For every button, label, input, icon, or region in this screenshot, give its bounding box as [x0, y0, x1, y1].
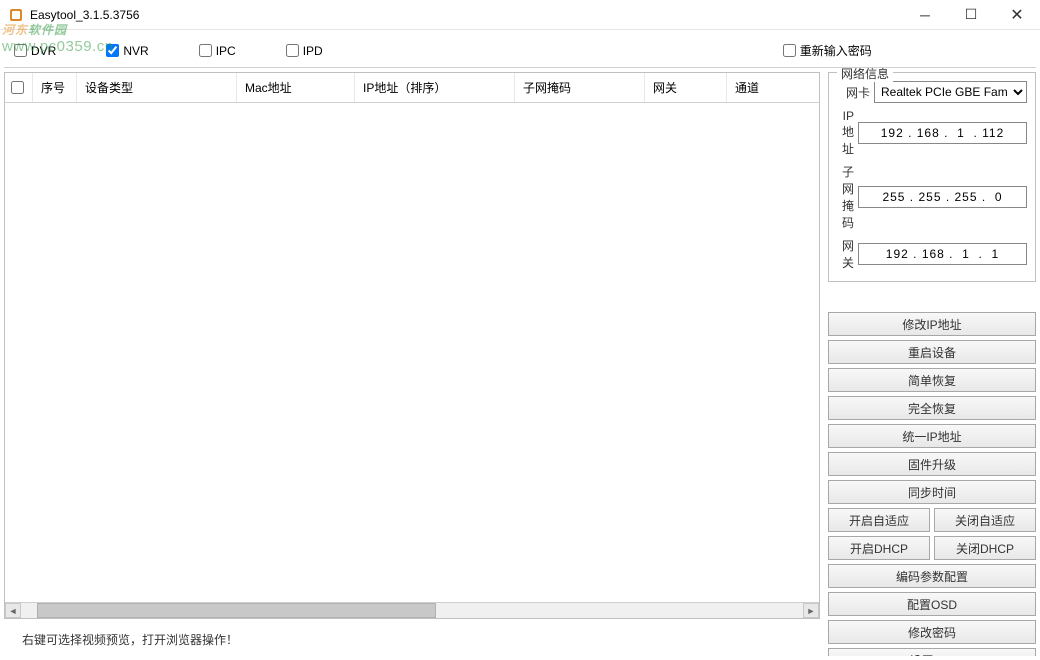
col-channel[interactable]: 通道: [727, 73, 789, 102]
col-ip[interactable]: IP地址（排序）: [355, 73, 515, 102]
col-type[interactable]: 设备类型: [77, 73, 237, 102]
col-gateway[interactable]: 网关: [645, 73, 727, 102]
mask-label: 子网掩码: [837, 163, 858, 231]
select-all-checkbox[interactable]: [5, 73, 33, 102]
maximize-button[interactable]: ☐: [948, 0, 994, 29]
close-button[interactable]: ✕: [994, 0, 1040, 29]
dhcp-on-button[interactable]: 开启DHCP: [828, 536, 930, 560]
sync-time-button[interactable]: 同步时间: [828, 480, 1036, 504]
modify-ip-button[interactable]: 修改IP地址: [828, 312, 1036, 336]
table-header: 序号 设备类型 Mac地址 IP地址（排序） 子网掩码 网关 通道: [5, 73, 819, 103]
reboot-button[interactable]: 重启设备: [828, 340, 1036, 364]
col-mask[interactable]: 子网掩码: [515, 73, 645, 102]
table-body[interactable]: [5, 103, 819, 602]
ip-input[interactable]: [858, 122, 1027, 144]
auto-off-button[interactable]: 关闭自适应: [934, 508, 1036, 532]
gateway-input[interactable]: [858, 243, 1027, 265]
ipc-checkbox[interactable]: IPC: [199, 44, 236, 58]
network-info-title: 网络信息: [837, 68, 893, 82]
reenter-password-checkbox[interactable]: 重新输入密码: [783, 42, 872, 59]
ip-label: IP 地址: [837, 109, 858, 157]
dhcp-off-button[interactable]: 关闭DHCP: [934, 536, 1036, 560]
dvr-checkbox[interactable]: DVR: [14, 44, 56, 58]
titlebar: Easytool_3.1.5.3756 ─ ☐ ✕: [0, 0, 1040, 30]
side-panel: 网络信息 网卡 Realtek PCIe GBE Fam IP 地址 子网掩码 …: [820, 68, 1036, 656]
nic-label: 网卡: [837, 84, 874, 101]
window-title: Easytool_3.1.5.3756: [30, 8, 902, 22]
hint-text: 右键可选择视频预览，打开浏览器操作！: [4, 623, 820, 656]
col-mac[interactable]: Mac地址: [237, 73, 355, 102]
scroll-right-icon[interactable]: ►: [803, 603, 819, 618]
firmware-button[interactable]: 固件升级: [828, 452, 1036, 476]
set-uid-button[interactable]: 设置UID: [828, 648, 1036, 656]
nvr-checkbox[interactable]: NVR: [106, 44, 148, 58]
auto-on-button[interactable]: 开启自适应: [828, 508, 930, 532]
change-password-button[interactable]: 修改密码: [828, 620, 1036, 644]
osd-config-button[interactable]: 配置OSD: [828, 592, 1036, 616]
mask-input[interactable]: [858, 186, 1027, 208]
app-icon: [8, 7, 24, 23]
unify-ip-button[interactable]: 统一IP地址: [828, 424, 1036, 448]
simple-restore-button[interactable]: 简单恢复: [828, 368, 1036, 392]
ipd-checkbox[interactable]: IPD: [286, 44, 323, 58]
full-restore-button[interactable]: 完全恢复: [828, 396, 1036, 420]
scroll-left-icon[interactable]: ◄: [5, 603, 21, 618]
device-table: 序号 设备类型 Mac地址 IP地址（排序） 子网掩码 网关 通道 ◄ ►: [4, 72, 820, 619]
filter-bar: DVR NVR IPC IPD 重新输入密码: [4, 34, 1036, 68]
minimize-button[interactable]: ─: [902, 0, 948, 29]
col-seq[interactable]: 序号: [33, 73, 77, 102]
gateway-label: 网关: [837, 237, 858, 271]
nic-select[interactable]: Realtek PCIe GBE Fam: [874, 81, 1027, 103]
scroll-thumb[interactable]: [37, 603, 436, 618]
network-info-group: 网络信息 网卡 Realtek PCIe GBE Fam IP 地址 子网掩码 …: [828, 72, 1036, 282]
horizontal-scrollbar[interactable]: ◄ ►: [5, 602, 819, 618]
encode-config-button[interactable]: 编码参数配置: [828, 564, 1036, 588]
